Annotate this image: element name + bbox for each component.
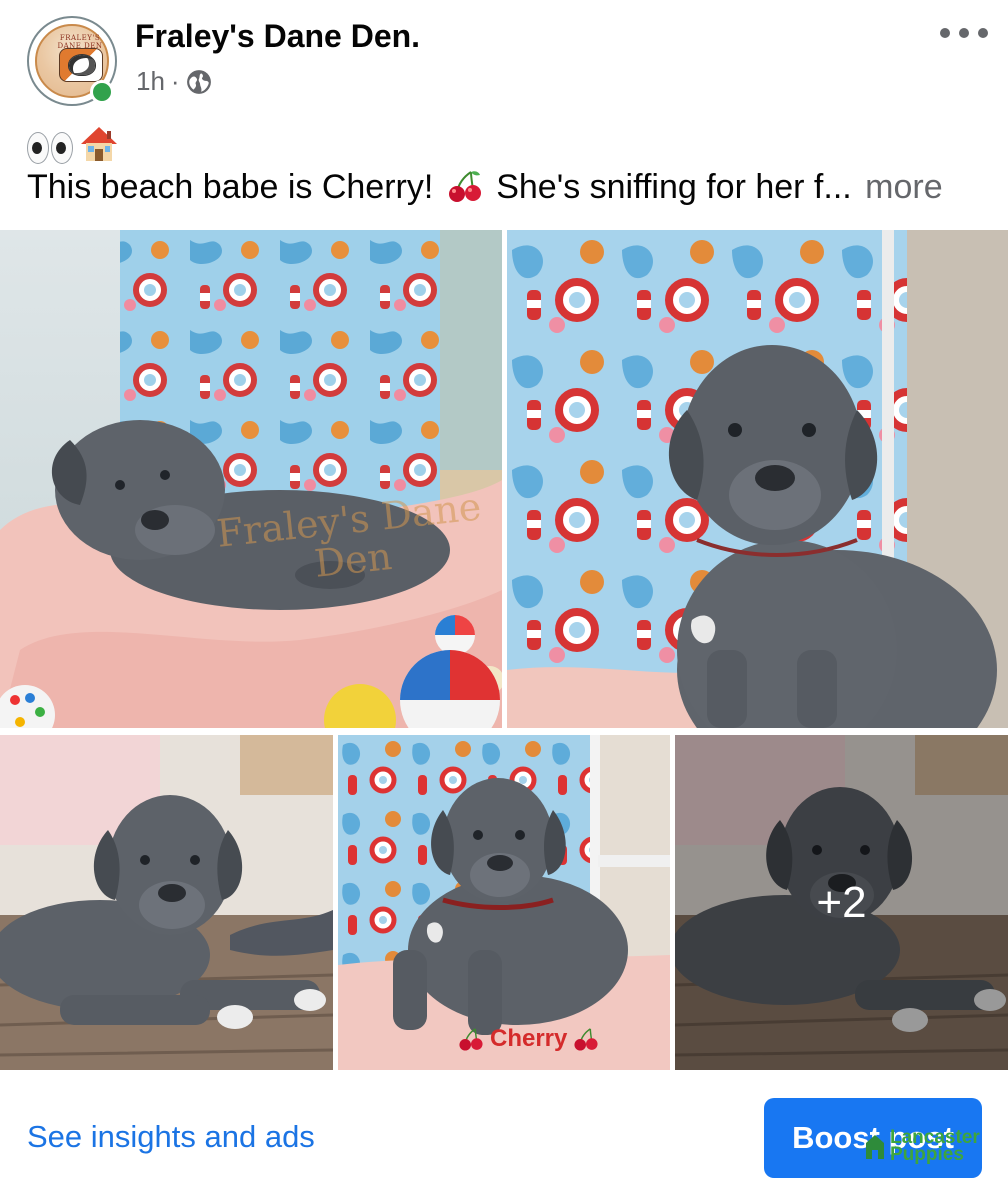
meta-separator: ·	[170, 66, 180, 96]
lancaster-puppies-watermark: Lancaster Puppies	[864, 1126, 994, 1166]
puppy-beach-photo	[0, 230, 502, 728]
house-icon	[81, 127, 117, 161]
watermark-logo-text: Lancaster Puppies	[890, 1128, 980, 1165]
facebook-post: FRALEY'S DANE DEN Fraley's Dane Den. 1h …	[0, 0, 1008, 1187]
house-logo-icon	[866, 1135, 884, 1159]
eye-icon	[51, 132, 73, 164]
post-caption: This beach babe is Cherry! She's sniffin…	[27, 168, 943, 207]
post-meta: 1h ·	[136, 66, 212, 97]
page-name-link[interactable]: Fraley's Dane Den.	[135, 18, 420, 55]
dot	[940, 28, 950, 38]
eye-icon	[27, 132, 49, 164]
photo-1[interactable]: Fraley's Dane Den	[0, 230, 502, 728]
cherry-name-tag: Cherry	[458, 1025, 599, 1053]
photo-3[interactable]	[0, 735, 333, 1070]
dot	[959, 28, 969, 38]
photo-5-more[interactable]: +2	[675, 735, 1008, 1070]
dot	[978, 28, 988, 38]
online-status-indicator	[90, 80, 114, 104]
more-photos-count: +2	[816, 877, 867, 927]
post-header: FRALEY'S DANE DEN Fraley's Dane Den. 1h …	[0, 0, 1008, 120]
caption-text-end: She's sniffing for her f...	[496, 168, 852, 206]
cherry-icon	[459, 1028, 483, 1051]
photo-2[interactable]	[507, 230, 1008, 728]
caption-text-start: This beach babe is Cherry!	[27, 168, 434, 206]
post-time[interactable]: 1h	[136, 66, 165, 97]
watermark-line-2: Puppies	[890, 1144, 964, 1165]
photo-4[interactable]: Cherry	[338, 735, 670, 1070]
more-photos-overlay[interactable]: +2	[675, 735, 1008, 1070]
puppy-lying-floor-photo	[0, 735, 333, 1070]
see-more-link[interactable]: more	[865, 168, 942, 206]
see-insights-link[interactable]: See insights and ads	[27, 1119, 315, 1155]
puppy-chair-photo	[338, 735, 670, 1070]
cherry-icon	[574, 1028, 598, 1051]
dog-logo-icon	[59, 48, 103, 82]
cherry-icon	[448, 171, 481, 202]
cherry-label-text: Cherry	[490, 1025, 568, 1052]
emoji-line	[27, 124, 119, 168]
photo-grid: Fraley's Dane Den Cherry +2	[0, 230, 1008, 1070]
puppy-sitting-photo	[507, 230, 1008, 728]
more-options-icon[interactable]	[940, 18, 988, 48]
globe-icon[interactable]	[186, 69, 212, 95]
